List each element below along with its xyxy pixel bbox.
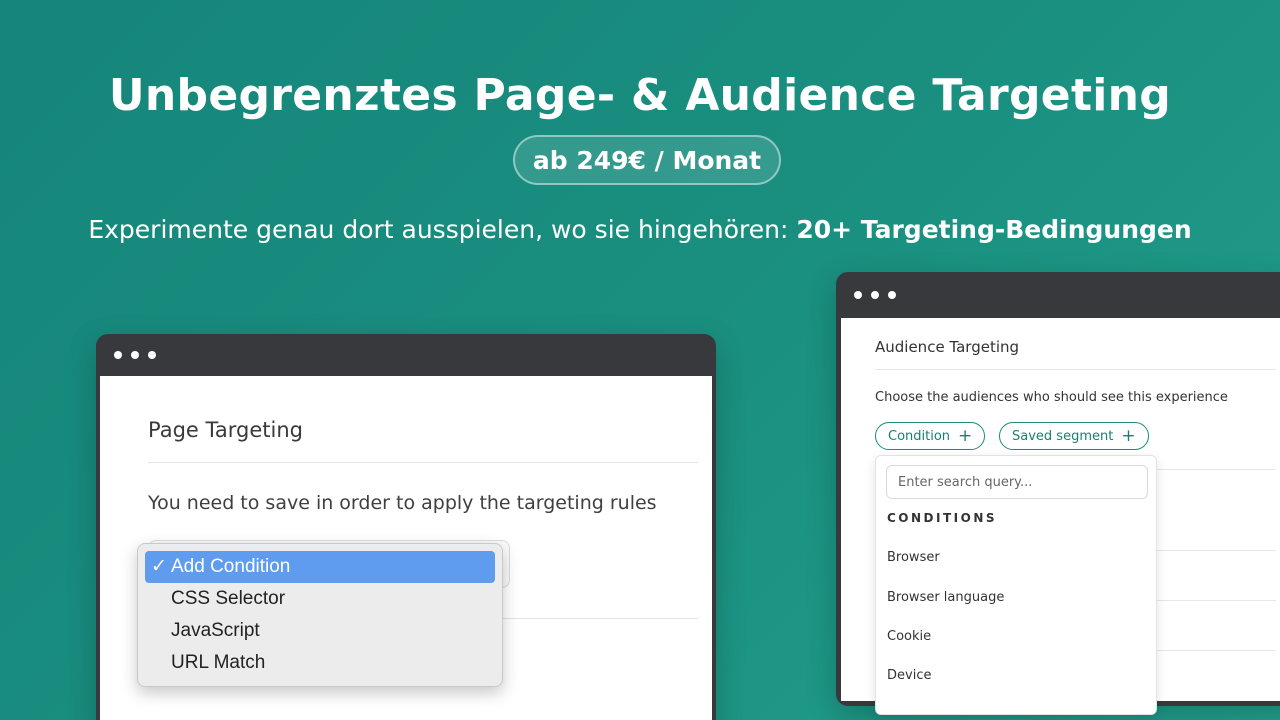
plus-icon: +: [958, 425, 973, 446]
menu-item-javascript[interactable]: JavaScript: [145, 615, 495, 647]
window-dot-icon[interactable]: [871, 291, 879, 299]
window-dot-icon[interactable]: [854, 291, 862, 299]
menu-item-label: URL Match: [171, 652, 266, 673]
divider: [875, 369, 1276, 370]
audience-targeting-panel: Audience Targeting Choose the audiences …: [841, 318, 1280, 715]
chip-label: Saved segment: [1012, 428, 1114, 444]
audience-targeting-window: Audience Targeting Choose the audiences …: [836, 272, 1280, 715]
page-targeting-title: Page Targeting: [148, 418, 303, 442]
menu-item-label: JavaScript: [171, 620, 260, 641]
window-titlebar: [96, 334, 716, 376]
window-dot-icon[interactable]: [114, 351, 122, 359]
window-dot-icon[interactable]: [131, 351, 139, 359]
condition-item-browser-language[interactable]: Browser language: [887, 590, 1004, 605]
menu-item-label: CSS Selector: [171, 588, 286, 609]
search-input[interactable]: [886, 465, 1148, 499]
add-condition-chip[interactable]: Condition +: [875, 422, 986, 450]
condition-item-cookie[interactable]: Cookie: [887, 629, 931, 644]
headline: Unbegrenztes Page- & Audience Targeting: [108, 70, 1172, 121]
condition-item-device[interactable]: Device: [887, 668, 931, 683]
subheadline: Experimente genau dort ausspielen, wo si…: [0, 215, 1280, 244]
audience-targeting-title: Audience Targeting: [875, 338, 1020, 356]
menu-item-css-selector[interactable]: CSS Selector: [145, 583, 495, 615]
divider: [148, 462, 698, 463]
audience-targeting-description: Choose the audiences who should see this…: [875, 390, 1228, 405]
saved-segment-chip[interactable]: Saved segment +: [999, 422, 1149, 450]
conditions-dropdown: CONDITIONS Browser Browser language Cook…: [875, 455, 1157, 715]
condition-item-browser[interactable]: Browser: [887, 550, 940, 565]
menu-item-url-match[interactable]: URL Match: [145, 647, 495, 679]
conditions-heading: CONDITIONS: [887, 511, 998, 525]
menu-item-label: Add Condition: [171, 556, 291, 577]
menu-item-add-condition[interactable]: ✓ Add Condition: [145, 551, 495, 583]
subheadline-text: Experimente genau dort ausspielen, wo si…: [88, 215, 797, 244]
add-condition-menu[interactable]: ✓ Add Condition CSS Selector JavaScript …: [137, 543, 503, 687]
plus-icon: +: [1121, 425, 1136, 446]
window-dot-icon[interactable]: [888, 291, 896, 299]
window-titlebar: [836, 272, 1280, 318]
chip-label: Condition: [888, 428, 951, 444]
price-badge: ab 249€ / Monat: [513, 135, 781, 185]
page-targeting-message: You need to save in order to apply the t…: [148, 492, 657, 514]
subheadline-highlight: 20+ Targeting-Bedingungen: [796, 215, 1192, 244]
checkmark-icon: ✓: [151, 556, 167, 577]
window-dot-icon[interactable]: [148, 351, 156, 359]
